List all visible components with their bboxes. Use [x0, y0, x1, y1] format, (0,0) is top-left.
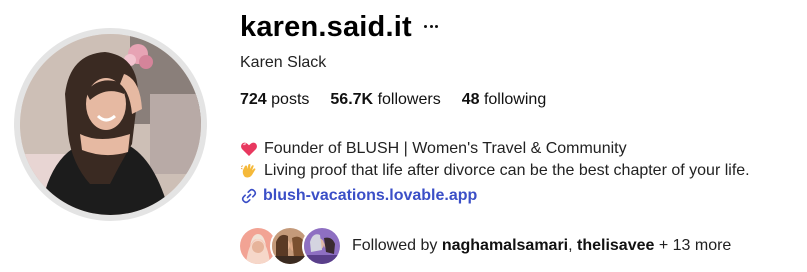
bio-line: Living proof that life after divorce can… — [240, 160, 750, 182]
followed-by-prefix: Followed by — [352, 237, 442, 254]
profile-external-link[interactable]: blush-vacations.lovable.app — [240, 187, 477, 205]
profile-full-name: Karen Slack — [240, 54, 327, 71]
following-count: 48 — [461, 91, 480, 108]
follower-avatar — [302, 226, 342, 266]
posts-count: 724 — [240, 91, 267, 108]
bio-text: Founder of BLUSH | Women's Travel & Comm… — [264, 140, 627, 157]
following-label: following — [483, 91, 547, 108]
followers-count: 56.7K — [330, 91, 374, 108]
link-icon — [241, 188, 257, 204]
followed-by-text: Followed by naghamalsamari, thelisavee +… — [352, 237, 731, 255]
followed-by-more: + 13 more — [654, 237, 732, 254]
profile-bio: Founder of BLUSH | Women's Travel & Comm… — [240, 138, 750, 182]
bio-text: Living proof that life after divorce can… — [264, 162, 750, 179]
profile-avatar[interactable] — [20, 34, 201, 215]
following-link[interactable]: 48 following — [462, 91, 547, 109]
profile-stats: 724 posts 56.7K followers 48 following — [240, 91, 546, 109]
more-dot — [429, 24, 433, 28]
profile-username: karen.said.it — [240, 11, 412, 43]
posts-label: posts — [271, 91, 310, 108]
more-dot — [435, 24, 439, 28]
avatar-photo — [20, 34, 201, 215]
bio-line: Founder of BLUSH | Women's Travel & Comm… — [240, 138, 750, 160]
followed-by-user[interactable]: naghamalsamari — [442, 237, 568, 254]
followed-by[interactable]: Followed by naghamalsamari, thelisavee +… — [238, 226, 731, 266]
followed-by-user[interactable]: thelisavee — [577, 237, 654, 254]
waving-hand-icon — [240, 164, 256, 178]
more-dot — [423, 24, 427, 28]
followers-label: followers — [377, 91, 441, 108]
more-options-button[interactable] — [419, 14, 443, 38]
followed-by-separator: , — [568, 237, 577, 254]
link-text: blush-vacations.lovable.app — [263, 187, 478, 204]
heart-icon — [241, 142, 257, 156]
posts-stat[interactable]: 724 posts — [240, 91, 309, 109]
followers-link[interactable]: 56.7K followers — [330, 91, 440, 109]
